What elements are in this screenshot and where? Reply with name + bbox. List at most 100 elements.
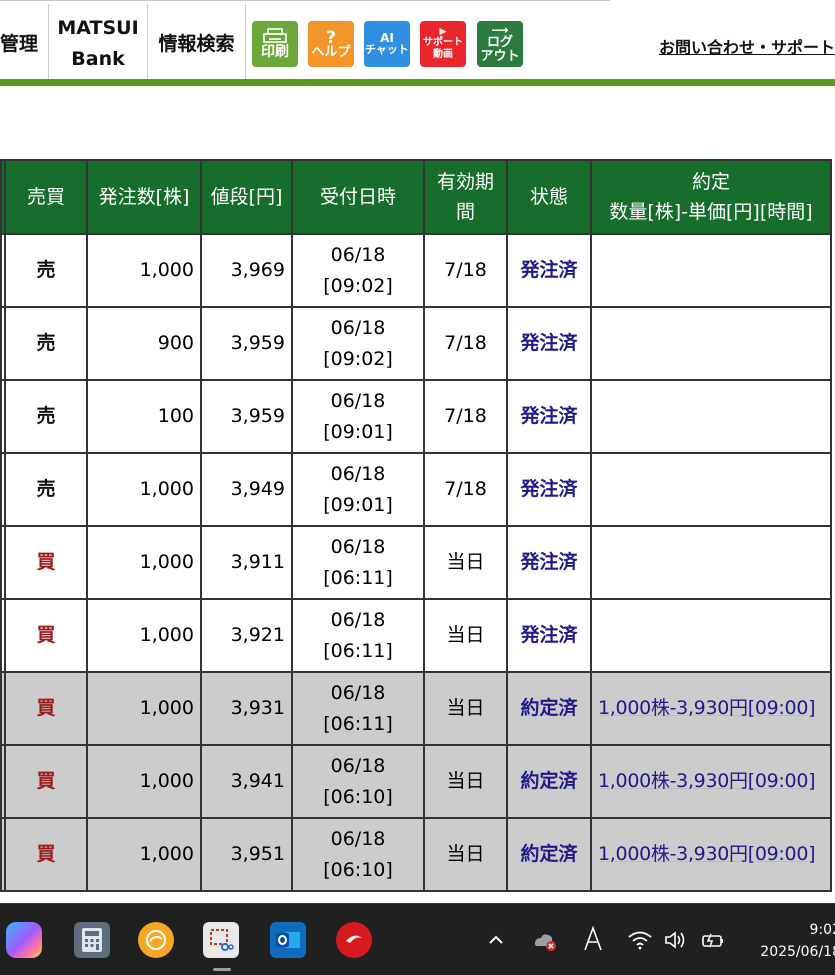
qty-cell: 1,000 — [86, 671, 202, 746]
chevron-up-icon[interactable] — [486, 930, 506, 950]
received-date: 06/18 — [330, 389, 386, 412]
header-side: 売買 — [4, 159, 88, 235]
side-cell: 買 — [4, 598, 88, 673]
order-list-table: 売買 発注数[株] 値段[円] 受付日時 有効期 間 状態 約定 数量[株]-単… — [0, 159, 832, 892]
onedrive-error-icon[interactable] — [531, 930, 559, 952]
side-cell: 買 — [4, 525, 88, 600]
status-link[interactable]: 約定済 — [506, 817, 592, 892]
side-cell: 売 — [4, 379, 88, 454]
table-row: 売 900 3,959 06/18 [09:02] 7/18 発注済 — [0, 306, 832, 381]
qty-cell: 900 — [86, 306, 202, 381]
received-cell: 06/18 [06:10] — [291, 744, 425, 819]
outlook-icon[interactable] — [270, 922, 306, 958]
execution-cell — [590, 452, 832, 527]
header-execution: 約定 数量[株]-単価[円][時間] — [590, 159, 832, 235]
table-row: 売 100 3,959 06/18 [09:01] 7/18 発注済 — [0, 379, 832, 454]
execution-cell — [590, 598, 832, 673]
contact-support-link[interactable]: お問い合わせ・サポート — [659, 34, 835, 58]
received-cell: 06/18 [06:11] — [291, 671, 425, 746]
logout-button[interactable]: ⟶ ログ アウト — [477, 21, 523, 67]
execution-cell — [590, 379, 832, 454]
table-row: 買 1,000 3,951 06/18 [06:10] 当日 約定済 1,000株… — [0, 817, 832, 892]
status-link[interactable]: 約定済 — [506, 671, 592, 746]
price-cell: 3,941 — [200, 744, 293, 819]
header-validity: 有効期 間 — [423, 159, 508, 235]
play-icon: ▶ — [439, 27, 447, 37]
received-cell: 06/18 [09:02] — [291, 233, 425, 308]
received-time: [09:01] — [323, 420, 393, 443]
battery-icon[interactable] — [700, 930, 726, 950]
received-cell: 06/18 [09:01] — [291, 452, 425, 527]
received-time: [06:10] — [323, 785, 393, 808]
price-cell: 3,921 — [200, 598, 293, 673]
nav-bank-line2: Bank — [71, 48, 125, 70]
table-header-row: 売買 発注数[株] 値段[円] 受付日時 有効期 間 状態 約定 数量[株]-単… — [0, 159, 832, 235]
trend-micro-icon[interactable] — [336, 922, 372, 958]
execution-link[interactable]: 1,000株-3,930円[09:00] — [598, 770, 816, 792]
table-row: 買 1,000 3,921 06/18 [06:11] 当日 発注済 — [0, 598, 832, 673]
wifi-icon[interactable] — [627, 930, 653, 950]
app-icon[interactable] — [138, 922, 174, 958]
received-date: 06/18 — [330, 535, 386, 558]
taskbar: 9:02 2025/06/18 — [0, 903, 835, 975]
nav-bank-line1: MATSUI — [57, 17, 139, 39]
received-cell: 06/18 [06:11] — [291, 598, 425, 673]
price-cell: 3,949 — [200, 452, 293, 527]
received-cell: 06/18 [09:01] — [291, 379, 425, 454]
execution-link[interactable]: 1,000株-3,930円[09:00] — [598, 843, 816, 865]
side-cell: 買 — [4, 817, 88, 892]
received-time: [06:11] — [323, 566, 393, 589]
header-qty: 発注数[株] — [86, 159, 202, 235]
side-cell: 買 — [4, 671, 88, 746]
nav-kanri[interactable]: 管理 — [0, 4, 49, 84]
qty-cell: 1,000 — [86, 452, 202, 527]
table-row: 売 1,000 3,949 06/18 [09:01] 7/18 発注済 — [0, 452, 832, 527]
copilot-icon[interactable] — [6, 922, 42, 958]
qty-cell: 1,000 — [86, 598, 202, 673]
snipping-tool-icon[interactable] — [203, 922, 239, 958]
header-validity-line2: 間 — [455, 201, 475, 223]
status-link[interactable]: 発注済 — [506, 233, 592, 308]
received-time: [09:02] — [323, 347, 393, 370]
font-icon[interactable] — [582, 926, 604, 952]
price-cell: 3,911 — [200, 525, 293, 600]
execution-cell — [590, 525, 832, 600]
price-cell: 3,959 — [200, 306, 293, 381]
calculator-icon[interactable] — [74, 922, 110, 958]
execution-cell — [590, 306, 832, 381]
nav-info-search[interactable]: 情報検索 — [148, 4, 246, 84]
received-date: 06/18 — [330, 754, 386, 777]
system-clock[interactable]: 9:02 2025/06/18 — [751, 919, 835, 963]
status-link[interactable]: 発注済 — [506, 598, 592, 673]
received-time: [09:02] — [323, 274, 393, 297]
help-label: ヘルプ — [311, 45, 351, 60]
validity-cell: 7/18 — [423, 452, 508, 527]
execution-cell: 1,000株-3,930円[09:00] — [590, 744, 832, 819]
status-link[interactable]: 発注済 — [506, 379, 592, 454]
status-link[interactable]: 発注済 — [506, 452, 592, 527]
print-button[interactable]: 印刷 — [252, 21, 298, 67]
execution-link[interactable]: 1,000株-3,930円[09:00] — [598, 697, 816, 719]
qty-cell: 1,000 — [86, 744, 202, 819]
status-link[interactable]: 約定済 — [506, 744, 592, 819]
received-date: 06/18 — [330, 827, 386, 850]
received-date: 06/18 — [330, 681, 386, 704]
received-date: 06/18 — [330, 608, 386, 631]
ai-chat-button[interactable]: AI チャット — [364, 21, 410, 67]
nav-matsui-bank[interactable]: MATSUI Bank — [49, 4, 148, 84]
help-button[interactable]: ? ヘルプ — [308, 21, 354, 67]
table-row: 買 1,000 3,911 06/18 [06:11] 当日 発注済 — [0, 525, 832, 600]
volume-icon[interactable] — [664, 930, 690, 950]
table-row: 売 1,000 3,969 06/18 [09:02] 7/18 発注済 — [0, 233, 832, 308]
ai-label-line2: チャット — [365, 43, 409, 56]
print-label: 印刷 — [261, 44, 289, 60]
support-label-line2: 動画 — [433, 49, 453, 60]
support-video-button[interactable]: ▶ サポート 動画 — [420, 21, 466, 67]
received-time: [06:10] — [323, 858, 393, 881]
status-link[interactable]: 発注済 — [506, 525, 592, 600]
received-cell: 06/18 [09:02] — [291, 306, 425, 381]
validity-cell: 当日 — [423, 598, 508, 673]
price-cell: 3,969 — [200, 233, 293, 308]
status-link[interactable]: 発注済 — [506, 306, 592, 381]
support-label-line1: サポート — [423, 37, 463, 48]
